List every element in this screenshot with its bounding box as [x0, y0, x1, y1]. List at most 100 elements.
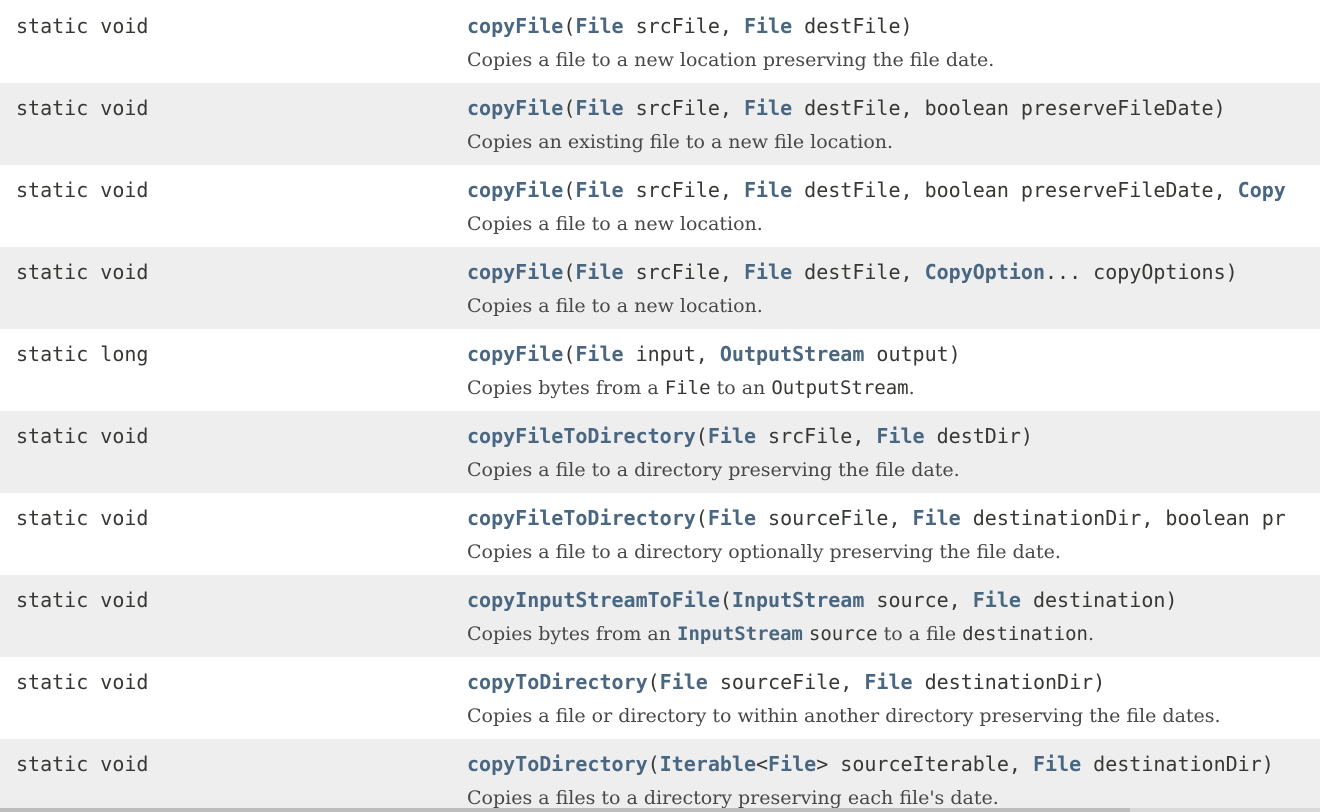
type-link[interactable]: File: [575, 14, 623, 38]
type-link[interactable]: File: [913, 506, 961, 530]
description-text: Copies a file to a directory optionally …: [467, 541, 1061, 563]
signature-text: destinationDir, boolean pr: [960, 506, 1286, 530]
modifier-and-type: static void: [16, 260, 149, 284]
method-name-link[interactable]: copyFile: [467, 14, 563, 38]
description-text: .: [1087, 623, 1095, 645]
method-signature: copyInputStreamToFile(InputStream source…: [467, 587, 1177, 613]
method-description: Copies a file to a directory optionally …: [467, 539, 1061, 565]
method-name-link[interactable]: copyFile: [467, 96, 563, 120]
method-signature: copyFile(File srcFile, File destFile): [467, 13, 913, 39]
description-text: to a file: [877, 623, 963, 645]
type-link[interactable]: File: [744, 96, 792, 120]
signature-text: destinationDir): [912, 670, 1106, 694]
type-link[interactable]: File: [575, 260, 623, 284]
type-link[interactable]: File: [575, 96, 623, 120]
signature-text: ... copyOptions): [1045, 260, 1238, 284]
table-row: static long copyFile(File input, OutputSt…: [0, 329, 1320, 411]
method-name-link[interactable]: copyToDirectory: [467, 752, 648, 776]
description-text: Copies bytes from an: [467, 623, 678, 645]
type-link[interactable]: Iterable: [660, 752, 756, 776]
signature-text: sourceFile,: [756, 506, 913, 530]
signature-text: (: [647, 752, 660, 776]
signature-text: (: [563, 178, 576, 202]
signature-text: input,: [623, 342, 720, 366]
modifier-and-type: static void: [16, 424, 149, 448]
scrollbar-thumb[interactable]: [0, 808, 1130, 812]
method-name-link[interactable]: copyToDirectory: [467, 670, 648, 694]
inline-code: OutputStream: [771, 377, 909, 399]
type-link[interactable]: File: [708, 424, 756, 448]
method-description: Copies a file to a new location.: [467, 211, 763, 237]
signature-text: destFile,: [792, 260, 925, 284]
type-link[interactable]: File: [768, 752, 816, 776]
method-signature: copyToDirectory(Iterable<File> sourceIte…: [467, 751, 1274, 777]
table-row: static void copyFile(File srcFile, File d…: [0, 165, 1320, 247]
description-text: Copies a files to a directory preserving…: [467, 787, 999, 809]
type-link[interactable]: File: [575, 342, 623, 366]
signature-text: destFile): [792, 14, 913, 38]
method-description: Copies a file to a directory preserving …: [467, 457, 960, 483]
method-name-link[interactable]: copyFile: [467, 260, 563, 284]
method-description: Copies a file to a new location preservi…: [467, 47, 994, 73]
signature-text: destination): [1020, 588, 1178, 612]
signature-text: srcFile,: [623, 96, 744, 120]
description-text: Copies an existing file to a new file lo…: [467, 131, 894, 153]
type-link[interactable]: File: [708, 506, 756, 530]
table-row: static void copyFile(File srcFile, File d…: [0, 247, 1320, 329]
type-link[interactable]: File: [973, 588, 1021, 612]
method-signature: copyFileToDirectory(File srcFile, File d…: [467, 423, 1033, 449]
method-signature: copyFile(File srcFile, File destFile, bo…: [467, 95, 1226, 121]
method-name-link[interactable]: copyFile: [467, 178, 563, 202]
type-link[interactable]: File: [864, 670, 912, 694]
description-text: Copies a file to a directory preserving …: [467, 459, 960, 481]
signature-text: source,: [864, 588, 973, 612]
method-description: Copies an existing file to a new file lo…: [467, 129, 893, 155]
type-link[interactable]: File: [744, 178, 792, 202]
type-link[interactable]: CopyOption: [925, 260, 1045, 284]
description-text: .: [908, 377, 915, 399]
method-description: Copies bytes from an InputStream source …: [467, 621, 1094, 647]
description-text: Copies bytes from a: [467, 377, 665, 399]
method-name-link[interactable]: copyFile: [467, 342, 563, 366]
signature-text: destFile, boolean preserveFileDate,: [792, 178, 1238, 202]
modifier-and-type: static void: [16, 670, 149, 694]
modifier-and-type: static void: [16, 506, 149, 530]
type-link[interactable]: File: [744, 14, 792, 38]
modifier-and-type: static void: [16, 96, 149, 120]
signature-text: srcFile,: [623, 14, 744, 38]
type-link[interactable]: File: [1033, 752, 1081, 776]
type-link[interactable]: InputStream: [732, 588, 864, 612]
method-signature: copyFile(File srcFile, File destFile, Co…: [467, 259, 1238, 285]
inline-code-link[interactable]: InputStream: [677, 623, 803, 645]
signature-text: (: [647, 670, 660, 694]
description-text: Copies a file to a new location.: [467, 213, 763, 235]
signature-text: (: [695, 424, 708, 448]
modifier-and-type: static void: [16, 178, 149, 202]
inline-code: destination: [962, 623, 1088, 645]
signature-text: (: [563, 342, 576, 366]
method-signature: copyFileToDirectory(File sourceFile, Fil…: [467, 505, 1286, 531]
signature-text: (: [695, 506, 708, 530]
method-summary-table: static void copyFile(File srcFile, File d…: [0, 0, 1320, 812]
signature-text: > sourceIterable,: [816, 752, 1033, 776]
method-name-link[interactable]: copyFileToDirectory: [467, 506, 696, 530]
signature-text: sourceFile,: [707, 670, 865, 694]
type-link[interactable]: File: [575, 178, 623, 202]
method-description: Copies a file or directory to within ano…: [467, 703, 1221, 729]
method-name-link[interactable]: copyInputStreamToFile: [467, 588, 720, 612]
type-link[interactable]: OutputStream: [720, 342, 865, 366]
signature-text: <: [756, 752, 769, 776]
type-link[interactable]: File: [876, 424, 924, 448]
method-name-link[interactable]: copyFileToDirectory: [467, 424, 696, 448]
description-text: Copies a file to a new location.: [467, 295, 763, 317]
type-link[interactable]: File: [744, 260, 792, 284]
table-row: static void copyToDirectory(File sourceFi…: [0, 657, 1320, 739]
type-link[interactable]: File: [660, 670, 708, 694]
signature-text: srcFile,: [623, 260, 744, 284]
type-link[interactable]: Copy: [1238, 178, 1286, 202]
signature-text: (: [563, 14, 576, 38]
table-row: static void copyFileToDirectory(File srcF…: [0, 411, 1320, 493]
modifier-and-type: static long: [16, 342, 149, 366]
signature-text: destinationDir): [1081, 752, 1274, 776]
modifier-and-type: static void: [16, 14, 149, 38]
